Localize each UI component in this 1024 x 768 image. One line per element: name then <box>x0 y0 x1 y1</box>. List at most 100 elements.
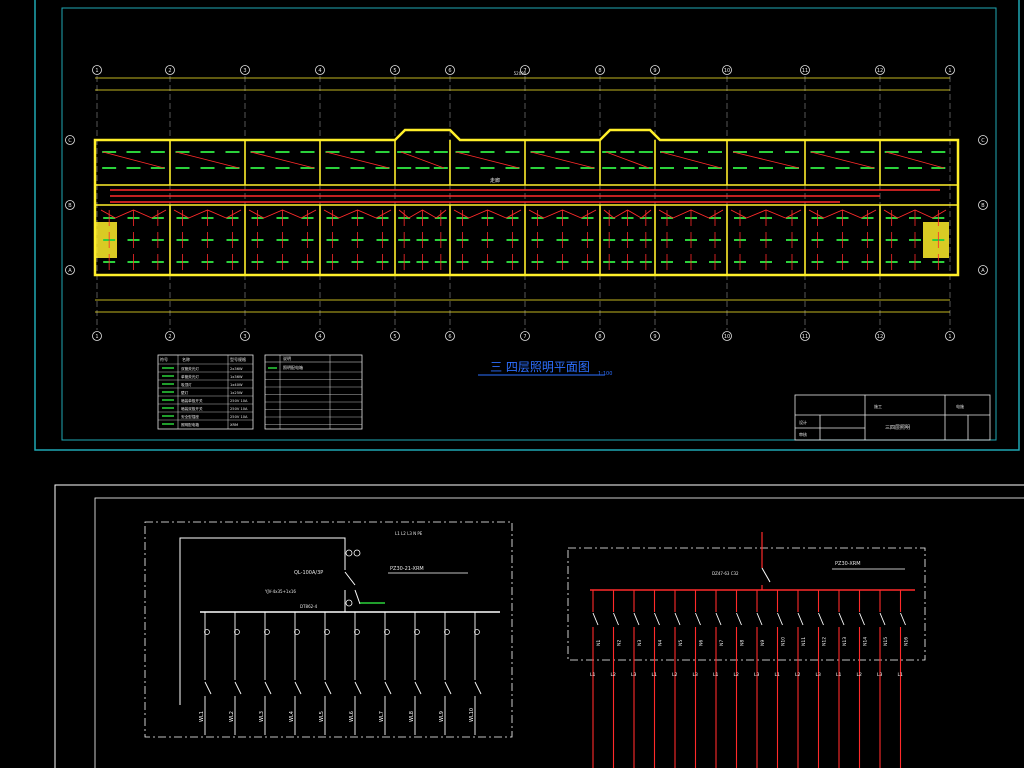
axis-label: 6 <box>448 334 451 340</box>
axis-label: 1 <box>95 334 98 340</box>
axis-label: 8 <box>598 68 601 74</box>
notes-header: 说明 <box>283 355 291 361</box>
main-distribution-panel: WL1 WL2 WL3 WL4 WL5 WL6 WL7 WL8 WL9 WL10 <box>144 521 513 738</box>
legend-table: 符号 名称 型号规格双管荧光灯 2x36W 单管荧光灯 1x36W 吸顶灯 1x40W 壁灯 1x… <box>157 354 254 430</box>
axis-label: 12 <box>877 68 883 74</box>
phase-label: L2 <box>857 672 863 678</box>
sub-branch-breaker: N12 <box>822 637 828 646</box>
legend-name: 暗装双极开关 <box>181 406 203 411</box>
axis-label: 10 <box>724 68 730 74</box>
legend-spec: 1x36W <box>230 375 243 379</box>
light-fixtures <box>100 151 947 270</box>
phase-label: L3 <box>816 672 822 678</box>
sub-branch-breaker: N15 <box>883 637 889 646</box>
legend-spec: XRM <box>230 423 238 427</box>
cad-drawing-canvas: 52000 11223344556677889910101111121211C C… <box>34 0 1024 768</box>
axis-label: 5 <box>393 334 396 340</box>
schematic-sheet-frame <box>54 484 1024 768</box>
axis-label: 3 <box>243 68 246 74</box>
phase-label: L3 <box>693 672 699 678</box>
axis-grid: 11223344556677889910101111121211C CB BA A <box>65 65 988 341</box>
title-block-stage: 施工 <box>874 403 882 409</box>
sub-branch-breaker: N6 <box>699 640 705 646</box>
sub-branch-breaker: N3 <box>637 640 643 646</box>
phase-label: L1 <box>836 672 842 678</box>
plan-title: 三 四层照明平面图 <box>490 360 590 374</box>
axis-label: 6 <box>448 68 451 74</box>
axis-label: 8 <box>598 334 601 340</box>
branch-label: WL7 <box>379 711 385 722</box>
branch-label: WL10 <box>469 708 475 722</box>
axis-label: 2 <box>168 68 171 74</box>
sub-branch-breaker: N4 <box>658 640 664 646</box>
axis-label: 4 <box>318 68 321 74</box>
title-block-drawing-name: 三四层照明 <box>885 425 910 431</box>
axis-label: 7 <box>523 334 526 340</box>
corridor-wiring <box>110 189 940 203</box>
row-label: C <box>981 138 985 144</box>
sub-branch-breaker: N9 <box>760 640 766 646</box>
corridor-label: 走廊 <box>490 177 500 184</box>
axis-label: 3 <box>243 334 246 340</box>
branch-label: WL4 <box>289 711 295 722</box>
meter-label: DT862-4 <box>300 604 318 609</box>
sub-distribution-panel: N1 L1 N2 L2 N3 L3 N4 L1 N5 L2 N6 L3 N7 L1 N8 L2 N9 L3 N10 L… <box>567 532 926 768</box>
title-block <box>794 394 991 441</box>
axis-label: 7 <box>523 68 526 74</box>
phase-label: L1 <box>652 672 658 678</box>
phase-label: L1 <box>775 672 781 678</box>
room-partitions <box>169 140 881 275</box>
axis-label: 1 <box>95 68 98 74</box>
axis-label: 5 <box>393 68 396 74</box>
legend-spec: 250V 10A <box>230 407 248 411</box>
notes-box: 说明 照明配电箱 <box>264 354 363 430</box>
branch-label: WL2 <box>229 711 235 722</box>
axis-label: 1 <box>948 334 951 340</box>
sub-branch-breaker: N1 <box>596 640 602 646</box>
notes-line1: 照明配电箱 <box>283 364 303 370</box>
legend-spec: 250V 10A <box>230 399 248 403</box>
branch-label: WL5 <box>319 711 325 722</box>
phase-label: L3 <box>631 672 637 678</box>
legend-header-model: 型号规格 <box>230 356 246 362</box>
legend-name: 吸顶灯 <box>181 382 192 387</box>
branch-label: WL6 <box>349 711 355 722</box>
phase-label: L1 <box>590 672 596 678</box>
sub-breaker-label: DZ47-63 C32 <box>712 571 739 576</box>
row-label: B <box>981 203 985 209</box>
phase-label: L3 <box>877 672 883 678</box>
phase-label: L2 <box>734 672 740 678</box>
phase-label: L1 <box>898 672 904 678</box>
axis-label: 12 <box>877 334 883 340</box>
branch-label: WL3 <box>259 711 265 722</box>
row-label: A <box>68 268 72 274</box>
phase-label: L1 <box>713 672 719 678</box>
phase-label: L2 <box>611 672 617 678</box>
floor-plan-sheet: 52000 11223344556677889910101111121211C C… <box>34 0 1020 451</box>
legend-name: 安全型插座 <box>181 414 199 419</box>
legend-name: 双管荧光灯 <box>181 366 199 371</box>
legend-name: 照明配电箱 <box>181 422 199 427</box>
axis-label: 9 <box>653 334 656 340</box>
legend-name: 壁灯 <box>181 390 189 395</box>
sub-branch-breaker: N8 <box>740 640 746 646</box>
title-block-no: 电施 <box>956 403 964 409</box>
sub-branch-breaker: N11 <box>801 637 807 646</box>
sub-branch-breaker: N10 <box>781 637 787 646</box>
axis-label: 10 <box>724 334 730 340</box>
legend-name: 单管荧光灯 <box>181 374 199 379</box>
legend-spec: 1x40W <box>230 383 243 387</box>
legend-header-symbol: 符号 <box>160 356 168 362</box>
axis-label: 9 <box>653 68 656 74</box>
title-block-check: 审核 <box>799 431 807 437</box>
main-cable-label: YJV-4x35+1x16 <box>264 589 296 594</box>
bus-label: L1 L2 L3 N PE <box>395 531 423 536</box>
row-label: A <box>981 268 985 274</box>
row-label: B <box>68 203 72 209</box>
sub-branch-breaker: N16 <box>904 637 910 646</box>
sub-branch-breaker: N5 <box>678 640 684 646</box>
title-block-design: 设计 <box>799 419 807 425</box>
axis-label: 4 <box>318 334 321 340</box>
plan-scale: 1:100 <box>598 371 612 377</box>
phase-label: L3 <box>754 672 760 678</box>
